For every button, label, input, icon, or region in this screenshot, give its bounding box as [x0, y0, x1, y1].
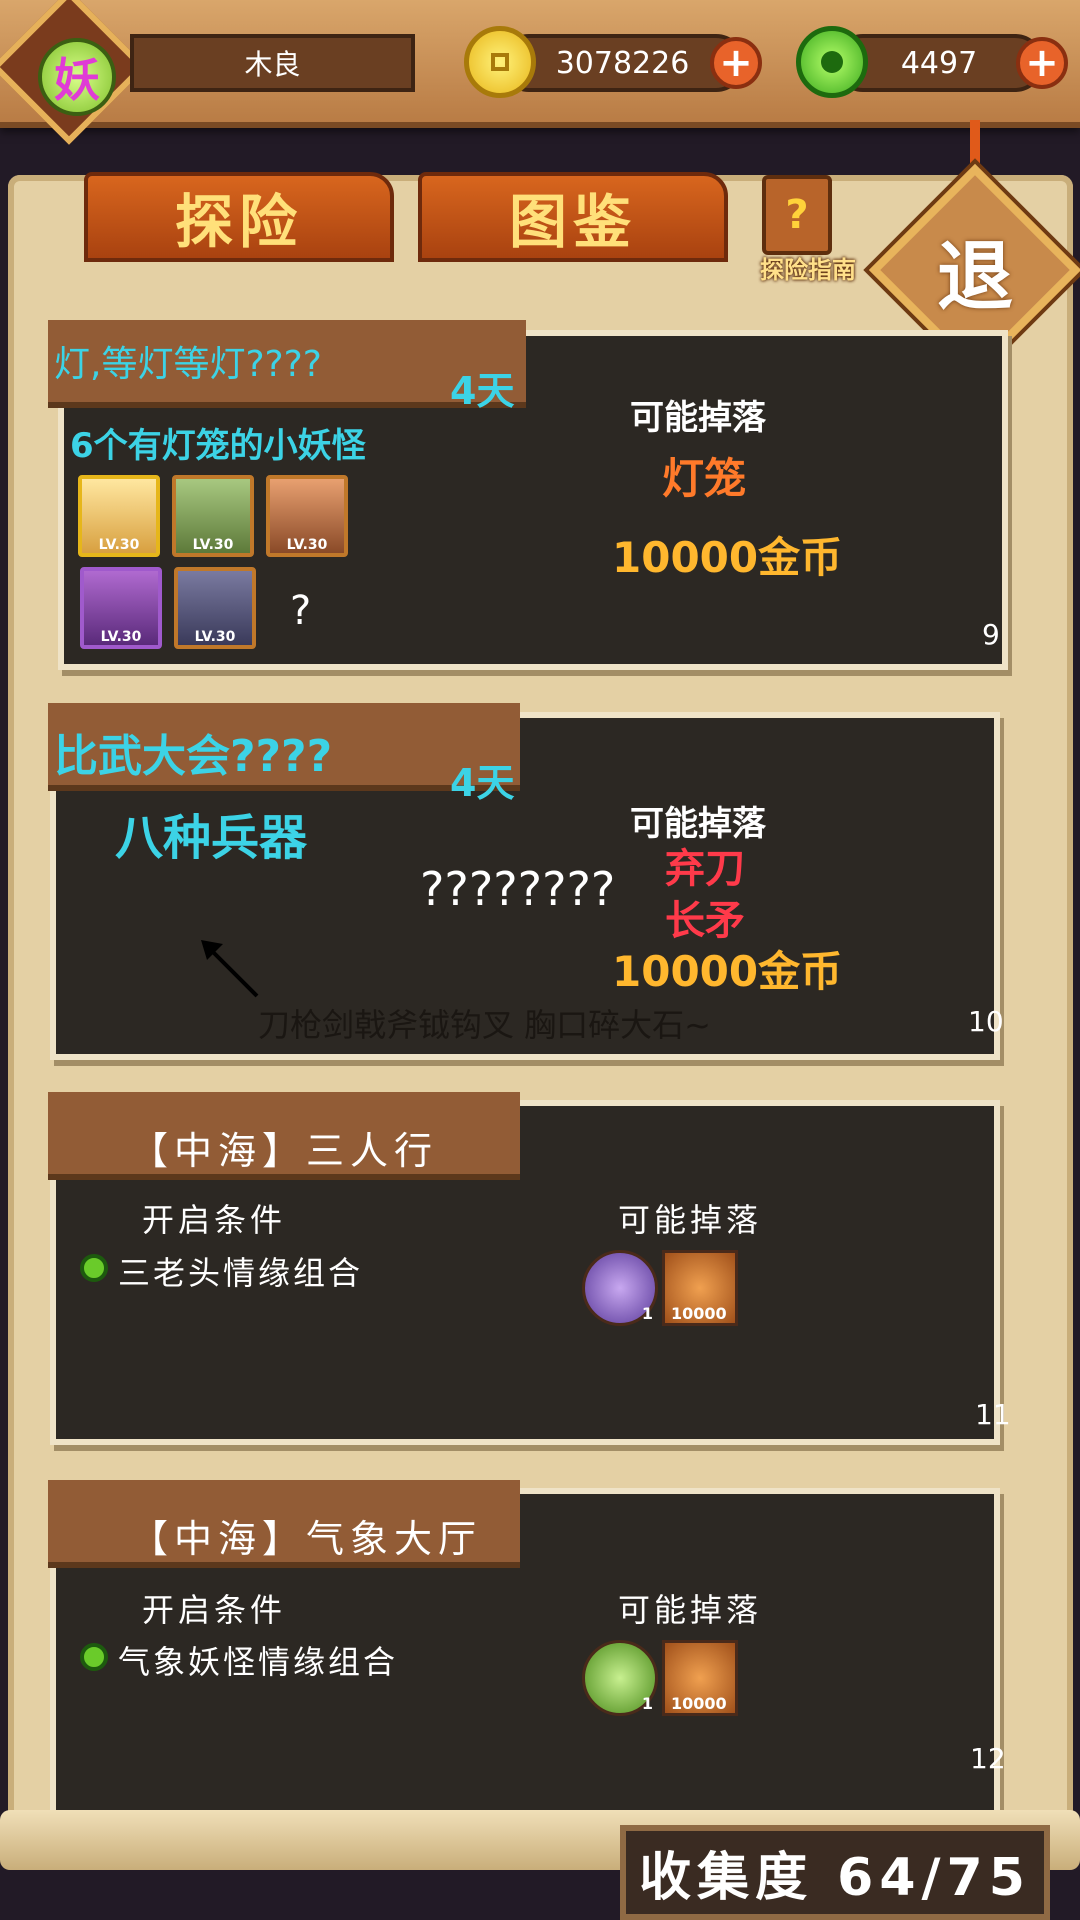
gold-amount: 3078226 — [500, 34, 745, 92]
gold-bag-icon[interactable]: 10000 — [662, 1250, 738, 1326]
card-title: 灯,等灯等灯???? — [54, 344, 322, 385]
unknown-monster: ? — [290, 588, 312, 634]
gold-coin-icon — [464, 26, 536, 98]
card-index: 11 — [975, 1398, 1011, 1431]
condition-text: 气象妖怪情缘组合 — [118, 1643, 399, 1681]
drop-item: 灯笼 — [662, 454, 747, 503]
card-days: 4天 — [450, 369, 515, 413]
condition-header: 开启条件 — [142, 1591, 287, 1629]
guide-book-icon[interactable]: ? — [762, 175, 832, 255]
card-days: 4天 — [450, 761, 515, 805]
card-title: 比武大会???? — [54, 731, 333, 782]
condition-text: 三老头情缘组合 — [118, 1254, 364, 1292]
item-count: 10000 — [671, 1694, 727, 1713]
add-gold-button[interactable]: + — [710, 37, 762, 89]
drop-item: 弃刀 — [665, 846, 745, 892]
monster-level: LV.30 — [194, 629, 236, 645]
mystery-text: ???????? — [420, 862, 616, 916]
monster-portrait[interactable]: LV.30 — [266, 475, 348, 557]
add-jade-button[interactable]: + — [1016, 37, 1068, 89]
drop-header: 可能掉落 — [618, 1201, 763, 1239]
card-title: 【中海】气象大厅 — [130, 1517, 483, 1561]
monster-portrait[interactable]: LV.30 — [172, 475, 254, 557]
tab-explore[interactable]: 探险 — [84, 172, 394, 262]
card-title: 【中海】三人行 — [130, 1129, 439, 1173]
card-index: 12 — [970, 1742, 1006, 1775]
monster-portrait[interactable]: LV.30 — [80, 567, 162, 649]
drop-item: 10000金币 — [612, 533, 843, 582]
collection-progress: 收集度 64/75 — [620, 1825, 1050, 1920]
drop-item: 10000金币 — [612, 947, 843, 996]
tab-compendium[interactable]: 图鉴 — [418, 172, 728, 262]
condition-dot-icon — [80, 1254, 108, 1282]
card-subtitle: 八种兵器 — [115, 810, 308, 866]
player-avatar[interactable]: 妖 — [38, 38, 116, 116]
item-count: 10000 — [671, 1304, 727, 1323]
item-count: 1 — [641, 1694, 653, 1713]
monster-level: LV.30 — [192, 537, 234, 553]
item-count: 1 — [641, 1304, 653, 1323]
monster-level: LV.30 — [286, 537, 328, 553]
condition-header: 开启条件 — [142, 1201, 287, 1239]
hourglass-orb-icon[interactable]: 1 — [582, 1250, 658, 1326]
card-index: 10 — [968, 1005, 1004, 1038]
green-wind-orb-icon[interactable]: 1 — [582, 1640, 658, 1716]
monster-portrait[interactable]: LV.30 — [174, 567, 256, 649]
jade-coin-icon — [796, 26, 868, 98]
gold-bag-icon[interactable]: 10000 — [662, 1640, 738, 1716]
arrow-icon — [201, 940, 259, 998]
drop-header: 可能掉落 — [618, 1591, 763, 1629]
exit-button-label[interactable]: 退 — [900, 195, 1050, 345]
monster-portrait[interactable]: LV.30 — [78, 475, 160, 557]
hint-text: 刀枪剑戟斧钺钩叉 胸口碎大石~ — [258, 1006, 711, 1044]
drop-header: 可能掉落 — [630, 398, 766, 438]
guide-button-label[interactable]: 探险指南 — [748, 250, 868, 285]
player-name: 木良 — [130, 34, 415, 92]
card-index: 9 — [982, 618, 1000, 651]
condition-dot-icon — [80, 1643, 108, 1671]
monster-level: LV.30 — [100, 629, 142, 645]
monster-level: LV.30 — [98, 537, 140, 553]
card-subtitle: 6个有灯笼的小妖怪 — [70, 426, 366, 466]
